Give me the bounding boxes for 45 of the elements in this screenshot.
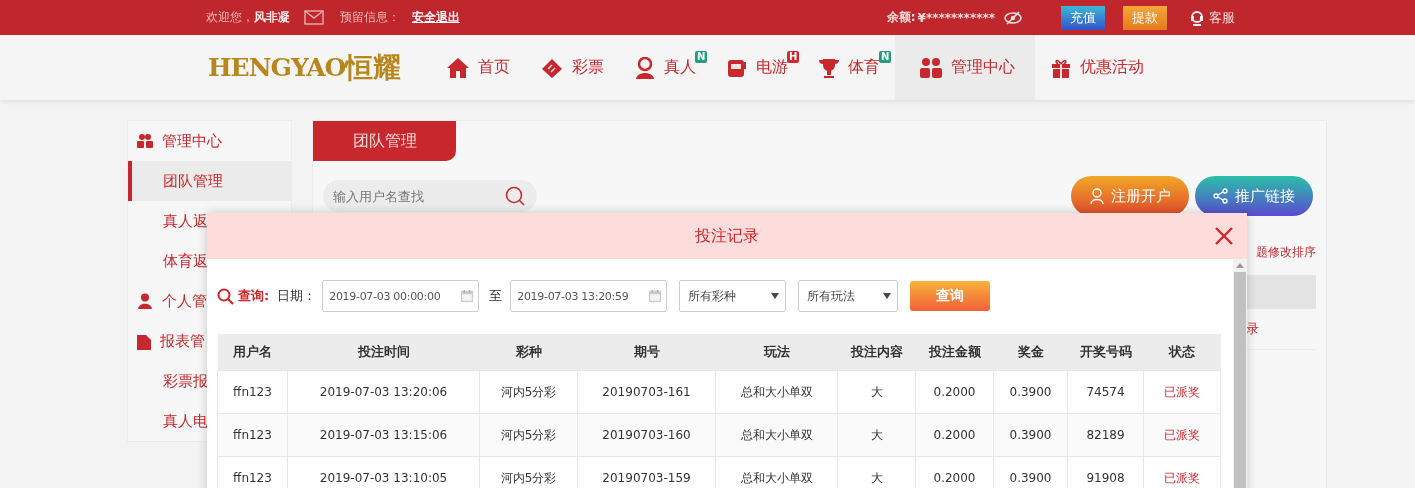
table-cell: 录 xyxy=(1246,320,1259,338)
dialog-title: 投注记录 xyxy=(695,225,759,247)
sort-hint: 题修改排序 xyxy=(1256,244,1316,261)
table-cell: 0.2000 xyxy=(915,413,994,457)
table-cell: 大 xyxy=(837,413,916,457)
table-cell: 已派奖 xyxy=(1143,413,1221,457)
date-label: 日期： xyxy=(277,287,317,305)
column-header: 开奖号码 xyxy=(1067,334,1144,371)
table-cell: ffn123 xyxy=(217,370,288,414)
table-cell: 总和大小单双 xyxy=(715,413,838,457)
table-cell: 0.3900 xyxy=(993,370,1068,414)
column-header: 奖金 xyxy=(993,334,1068,371)
table-cell: 2019-07-03 13:15:06 xyxy=(287,413,480,457)
table-cell: 大 xyxy=(837,370,916,414)
welcome-text: 欢迎您， xyxy=(206,9,254,26)
table-cell: 0.2000 xyxy=(915,370,994,414)
table-cell: ffn123 xyxy=(217,413,288,457)
to-label: 至 xyxy=(489,287,503,305)
table-cell: 74574 xyxy=(1067,370,1144,414)
table-cell: 河内5分彩 xyxy=(479,413,578,457)
table-cell: 已派奖 xyxy=(1143,370,1221,414)
nav-badge: N xyxy=(694,51,708,63)
balance-value: ¥*********** xyxy=(917,10,995,25)
username: 风非凝 xyxy=(254,9,290,26)
nav-badge: H xyxy=(786,51,800,63)
column-header: 期号 xyxy=(577,334,716,371)
table-cell: 0.3900 xyxy=(993,413,1068,457)
column-header: 投注金额 xyxy=(915,334,994,371)
column-header: 彩种 xyxy=(479,334,578,371)
query-label: 查询: xyxy=(238,287,270,305)
table-cell: 河内5分彩 xyxy=(479,370,578,414)
column-header: 状态 xyxy=(1143,334,1221,371)
nav-badge: N xyxy=(878,51,892,63)
column-header: 用户名 xyxy=(217,334,288,371)
table-cell: 2019-07-03 13:20:06 xyxy=(287,370,480,414)
table-cell: 20190703-161 xyxy=(577,370,716,414)
reserved-info-label: 预留信息： xyxy=(340,9,400,26)
table-cell: ffn123 xyxy=(217,456,288,488)
column-header: 玩法 xyxy=(715,334,838,371)
table-cell: 82189 xyxy=(1067,413,1144,457)
table-cell: 20190703-160 xyxy=(577,413,716,457)
table-cell: 总和大小单双 xyxy=(715,370,838,414)
balance-label: 余额: xyxy=(886,9,916,26)
column-header: 投注内容 xyxy=(837,334,916,371)
column-header: 投注时间 xyxy=(287,334,480,371)
